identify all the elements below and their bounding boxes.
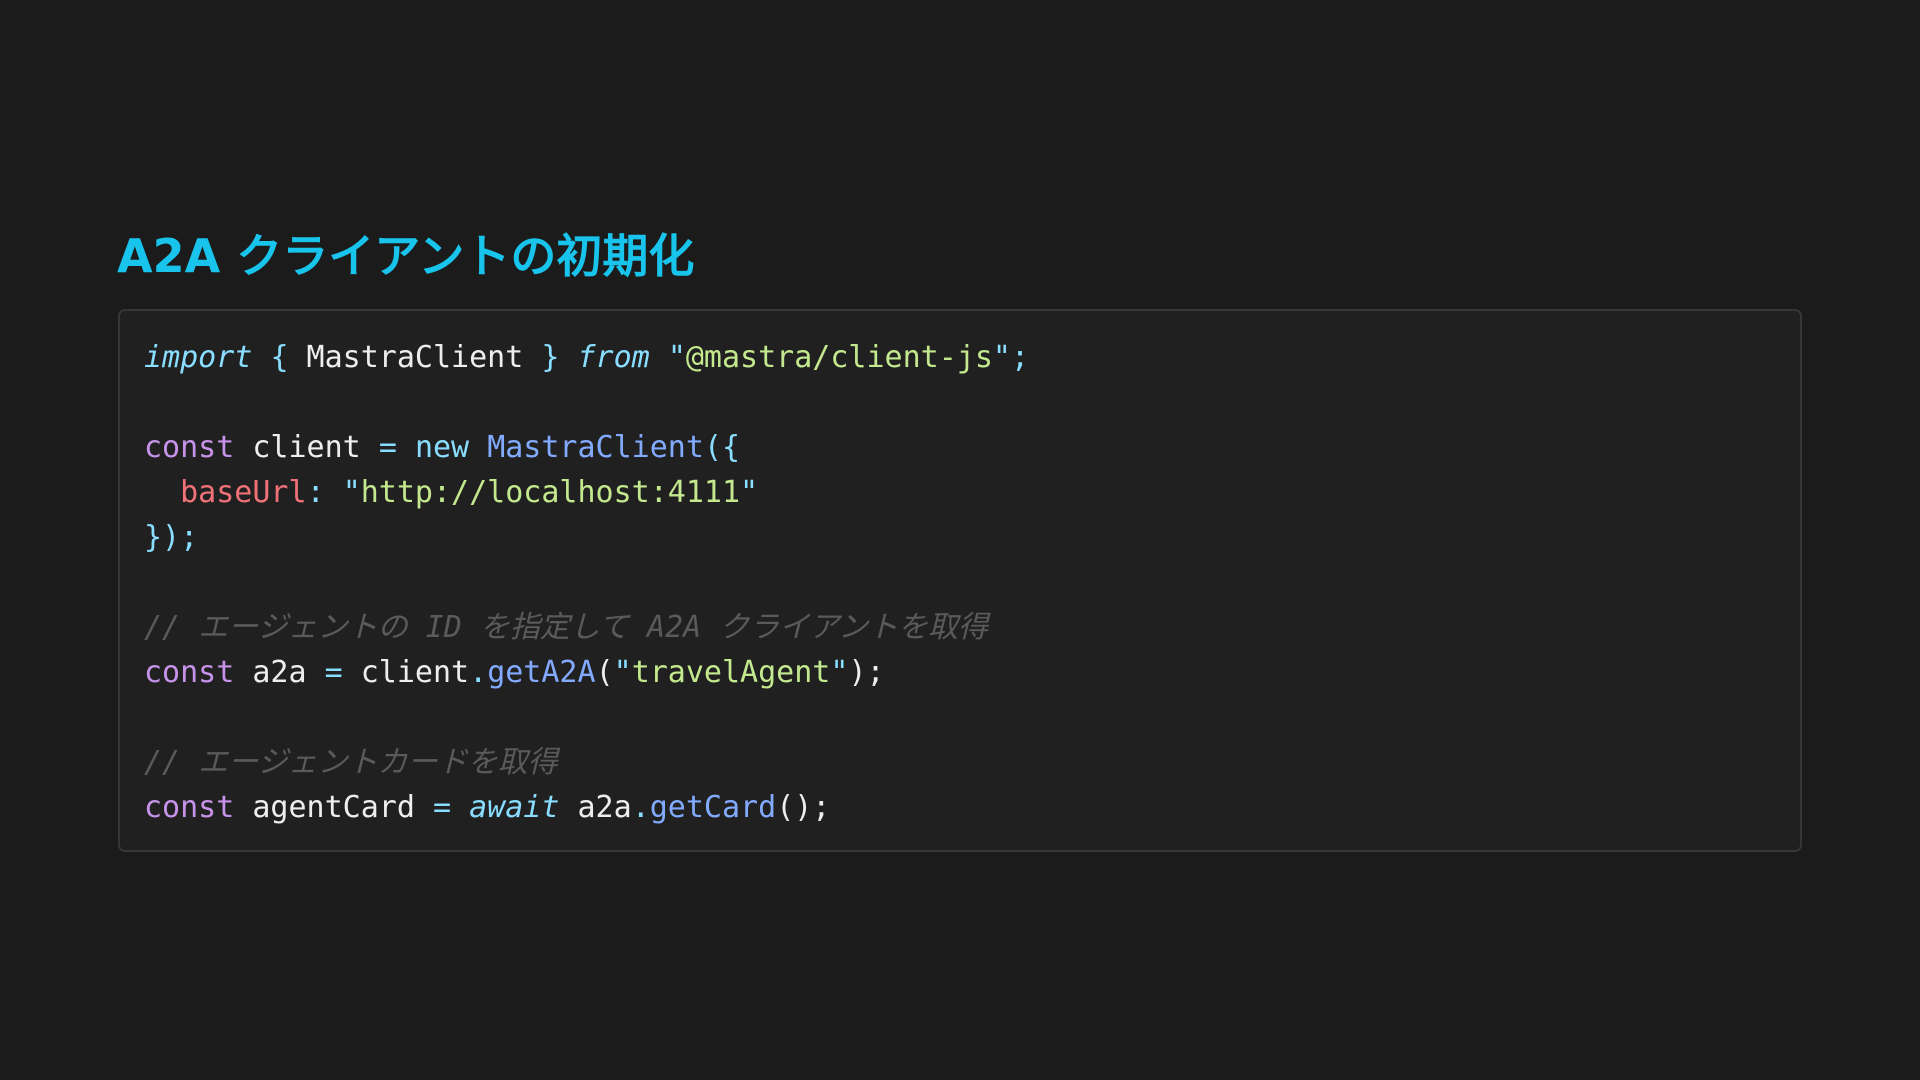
code-token: getCard (649, 790, 777, 825)
code-block: import { MastraClient } from "@mastra/cl… (118, 309, 1802, 852)
code-token: ({ (703, 430, 741, 465)
code-token: " (740, 475, 759, 510)
code-token: client (342, 655, 470, 690)
code-token: const (144, 430, 235, 465)
code-token: = (324, 655, 343, 690)
code-token: } (541, 340, 560, 375)
code-token: ( (595, 655, 614, 690)
code-token: " (342, 475, 361, 510)
code-token: " (667, 340, 686, 375)
code-token: // エージェントカードを取得 (144, 745, 558, 780)
code-line: import { MastraClient } from "@mastra/cl… (144, 335, 1029, 380)
code-token: ; (1010, 340, 1030, 375)
code-token: . (631, 790, 650, 825)
code-token: from (577, 340, 650, 375)
code-token: }); (144, 520, 199, 555)
code-line: }); (144, 515, 1029, 560)
code-token: @mastra/client-js (685, 340, 993, 375)
slide-title: A2A クライアントの初期化 (117, 229, 695, 283)
code-token: import (144, 340, 253, 375)
code-line: baseUrl: "http://localhost:4111" (144, 470, 1029, 515)
code-comment-line: // エージェントカードを取得 (144, 740, 1029, 785)
code-content: import { MastraClient } from "@mastra/cl… (144, 335, 1029, 830)
code-token: MastraClient (487, 430, 704, 465)
code-token: a2a (234, 655, 325, 690)
code-token: " (830, 655, 849, 690)
code-token: baseUrl (180, 475, 307, 510)
code-token: ); (848, 655, 885, 690)
code-token: = (378, 430, 397, 465)
code-token: getA2A (487, 655, 596, 690)
code-token: client (234, 430, 379, 465)
code-token: const (144, 790, 235, 825)
code-token: (); (776, 790, 831, 825)
code-token: a2a (559, 790, 632, 825)
code-token: // エージェントの ID を指定して A2A クライアントを取得 (144, 610, 989, 645)
code-token: " (992, 340, 1011, 375)
code-line: const a2a = client.getA2A("travelAgent")… (144, 650, 1029, 695)
code-line: const client = new MastraClient({ (144, 425, 1029, 470)
code-line: const agentCard = await a2a.getCard(); (144, 785, 1029, 830)
slide: A2A クライアントの初期化 import { MastraClient } f… (0, 0, 1920, 1080)
code-token: const (144, 655, 235, 690)
code-token: MastraClient (288, 340, 542, 375)
code-token: http://localhost:4111 (360, 475, 741, 510)
code-token: = (433, 790, 452, 825)
code-token: new (414, 430, 470, 465)
code-token: " (613, 655, 632, 690)
code-token: : (306, 475, 325, 510)
code-token: { (270, 340, 289, 375)
code-token: . (469, 655, 488, 690)
code-comment-line: // エージェントの ID を指定して A2A クライアントを取得 (144, 605, 1029, 650)
code-token: agentCard (234, 790, 433, 825)
code-token: travelAgent (631, 655, 831, 690)
code-token: await (469, 790, 560, 825)
